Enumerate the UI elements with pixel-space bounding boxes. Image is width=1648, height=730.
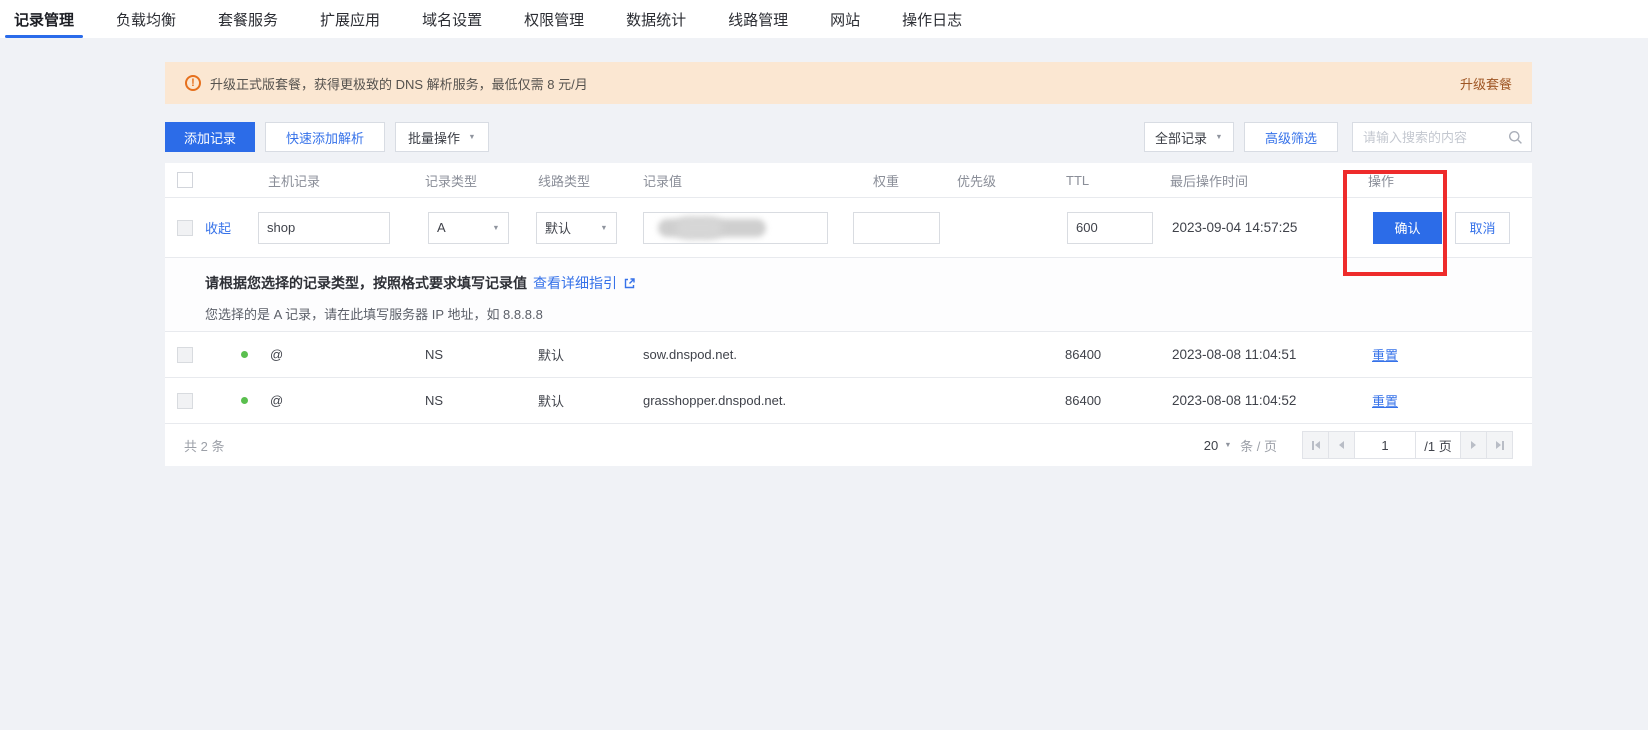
collapse-link[interactable]: 收起 <box>205 218 231 237</box>
page-size-dropdown[interactable]: 20 ▼ <box>1204 438 1232 453</box>
type-cell: NS <box>420 347 533 362</box>
chevron-down-icon: ▼ <box>468 133 475 140</box>
detail-guide-link[interactable]: 查看详细指引 <box>533 273 617 293</box>
header-value: 记录值 <box>638 171 848 190</box>
next-page-icon <box>1471 441 1476 449</box>
line-cell: 默认 <box>533 391 638 410</box>
weight-input[interactable] <box>853 212 940 244</box>
time-cell: 2023-08-08 11:04:51 <box>1166 347 1340 362</box>
table-header-row: 主机记录 记录类型 线路类型 记录值 权重 优先级 TTL 最后操作时间 操作 <box>165 163 1532 198</box>
row-checkbox[interactable] <box>177 393 193 409</box>
add-record-button[interactable]: 添加记录 <box>165 122 255 152</box>
last-operation-time: 2023-09-04 14:57:25 <box>1166 220 1340 235</box>
upgrade-banner: ! 升级正式版套餐，获得更极致的 DNS 解析服务，最低仅需 8 元/月 升级套… <box>165 62 1532 104</box>
prev-page-button[interactable] <box>1328 431 1355 459</box>
line-cell: 默认 <box>533 345 638 364</box>
value-cell: grasshopper.dnspod.net. <box>638 393 848 408</box>
tab-line-management[interactable]: 线路管理 <box>719 0 797 38</box>
reset-link[interactable]: 重置 <box>1372 391 1398 410</box>
masked-value-blur <box>676 217 722 239</box>
record-value-help: 请根据您选择的记录类型，按照格式要求填写记录值 查看详细指引 您选择的是 A 记… <box>165 258 1532 332</box>
external-link-icon[interactable] <box>623 277 636 290</box>
table-footer: 共 2 条 20 ▼ 条 / 页 /1 页 <box>165 424 1532 466</box>
main-content: ! 升级正式版套餐，获得更极致的 DNS 解析服务，最低仅需 8 元/月 升级套… <box>165 62 1532 466</box>
ttl-cell: 86400 <box>1056 347 1166 362</box>
edit-record-row: 收起 A ▼ 默认 ▼ <box>165 198 1532 258</box>
tab-plan-service[interactable]: 套餐服务 <box>209 0 287 38</box>
first-page-icon <box>1315 441 1320 449</box>
header-ttl: TTL <box>1056 173 1166 188</box>
time-cell: 2023-08-08 11:04:52 <box>1166 393 1340 408</box>
confirm-button[interactable]: 确认 <box>1373 212 1442 244</box>
header-type: 记录类型 <box>420 171 533 190</box>
type-cell: NS <box>420 393 533 408</box>
host-record-input[interactable] <box>258 212 390 244</box>
search-icon[interactable] <box>1508 130 1523 145</box>
prev-page-icon <box>1339 441 1344 449</box>
warning-icon: ! <box>185 75 201 91</box>
record-type-value: A <box>437 220 446 235</box>
advanced-filter-button[interactable]: 高级筛选 <box>1244 122 1338 152</box>
tab-permissions[interactable]: 权限管理 <box>515 0 593 38</box>
status-dot-icon <box>241 351 248 358</box>
row-checkbox[interactable] <box>177 220 193 236</box>
host-cell: @ <box>256 347 420 362</box>
record-value-input[interactable] <box>643 212 828 244</box>
tab-load-balancing[interactable]: 负载均衡 <box>107 0 185 38</box>
line-type-value: 默认 <box>545 218 571 237</box>
status-dot-icon <box>241 397 248 404</box>
cancel-button[interactable]: 取消 <box>1455 212 1510 244</box>
chevron-down-icon: ▼ <box>1225 441 1232 448</box>
select-all-checkbox[interactable] <box>177 172 193 188</box>
last-page-icon <box>1496 441 1501 449</box>
current-page-input[interactable] <box>1354 431 1416 459</box>
batch-operation-dropdown[interactable]: 批量操作 ▼ <box>395 122 489 152</box>
tab-extensions[interactable]: 扩展应用 <box>311 0 389 38</box>
first-page-button[interactable] <box>1302 431 1329 459</box>
header-host: 主机记录 <box>256 171 420 190</box>
upgrade-plan-link[interactable]: 升级套餐 <box>1460 74 1512 93</box>
table-row: @ NS 默认 sow.dnspod.net. 86400 2023-08-08… <box>165 332 1532 378</box>
help-title-text: 请根据您选择的记录类型，按照格式要求填写记录值 <box>205 273 527 293</box>
ttl-input[interactable] <box>1067 212 1153 244</box>
chevron-down-icon: ▼ <box>492 224 499 231</box>
tab-record-management[interactable]: 记录管理 <box>5 0 83 38</box>
chevron-down-icon: ▼ <box>1215 133 1222 140</box>
header-priority: 优先级 <box>952 171 1056 190</box>
value-cell: sow.dnspod.net. <box>638 347 848 362</box>
row-checkbox[interactable] <box>177 347 193 363</box>
header-weight: 权重 <box>848 171 952 190</box>
chevron-down-icon: ▼ <box>600 224 607 231</box>
record-filter-label: 全部记录 <box>1155 128 1207 147</box>
upgrade-banner-text: 升级正式版套餐，获得更极致的 DNS 解析服务，最低仅需 8 元/月 <box>210 74 1460 93</box>
last-page-button[interactable] <box>1486 431 1513 459</box>
next-page-button[interactable] <box>1460 431 1487 459</box>
total-count-label: 共 2 条 <box>184 436 224 455</box>
line-type-select[interactable]: 默认 ▼ <box>536 212 617 244</box>
tab-website[interactable]: 网站 <box>821 0 869 38</box>
reset-link[interactable]: 重置 <box>1372 345 1398 364</box>
batch-operation-label: 批量操作 <box>408 128 460 147</box>
toolbar: 添加记录 快速添加解析 批量操作 ▼ 全部记录 ▼ 高级筛选 <box>165 122 1532 152</box>
record-type-select[interactable]: A ▼ <box>428 212 509 244</box>
tab-domain-settings[interactable]: 域名设置 <box>413 0 491 38</box>
help-description: 您选择的是 A 记录，请在此填写服务器 IP 地址，如 8.8.8.8 <box>205 304 1532 323</box>
records-table: 主机记录 记录类型 线路类型 记录值 权重 优先级 TTL 最后操作时间 操作 … <box>165 163 1532 466</box>
search-box <box>1352 122 1532 152</box>
header-line: 线路类型 <box>533 171 638 190</box>
table-row: @ NS 默认 grasshopper.dnspod.net. 86400 20… <box>165 378 1532 424</box>
record-filter-dropdown[interactable]: 全部记录 ▼ <box>1144 122 1234 152</box>
search-input[interactable] <box>1363 130 1508 145</box>
total-pages-label: /1 页 <box>1415 431 1461 459</box>
page-size-unit: 条 / 页 <box>1240 436 1277 455</box>
tab-operation-log[interactable]: 操作日志 <box>893 0 971 38</box>
header-action: 操作 <box>1340 171 1532 190</box>
host-cell: @ <box>256 393 420 408</box>
header-time: 最后操作时间 <box>1166 171 1340 190</box>
tab-statistics[interactable]: 数据统计 <box>617 0 695 38</box>
quick-add-button[interactable]: 快速添加解析 <box>265 122 385 152</box>
page-size-value: 20 <box>1204 438 1218 453</box>
ttl-cell: 86400 <box>1056 393 1166 408</box>
top-nav: 记录管理 负载均衡 套餐服务 扩展应用 域名设置 权限管理 数据统计 线路管理 … <box>0 0 1648 38</box>
